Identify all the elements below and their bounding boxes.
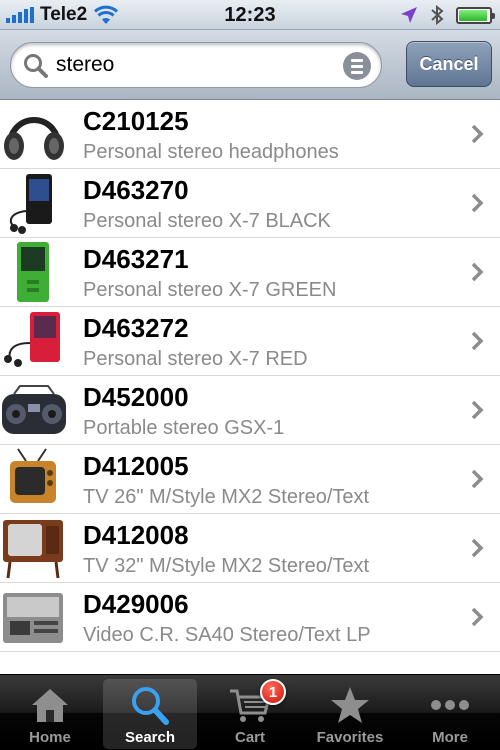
product-description: Personal stereo X-7 RED: [83, 348, 308, 370]
list-item[interactable]: D412008 TV 32" M/Style MX2 Stereo/Text: [0, 514, 500, 583]
retro-tv-icon: [10, 448, 56, 503]
product-code: D463271: [83, 244, 189, 274]
media-player-green-icon: [17, 242, 49, 302]
star-icon: [331, 687, 369, 723]
chevron-right-icon: [471, 262, 484, 282]
search-bar: Cancel: [0, 30, 500, 100]
tab-favorites[interactable]: Favorites: [303, 679, 397, 749]
search-input[interactable]: [56, 53, 336, 77]
product-description: TV 32" M/Style MX2 Stereo/Text: [83, 555, 370, 577]
product-code: D463272: [83, 313, 189, 343]
list-item[interactable]: D463270 Personal stereo X-7 BLACK: [0, 169, 500, 238]
home-icon: [32, 689, 68, 722]
product-code: D412005: [83, 451, 189, 481]
location-arrow-icon: [401, 7, 417, 23]
tab-cart[interactable]: 1 Cart: [203, 679, 297, 749]
chevron-right-icon: [471, 400, 484, 420]
list-item[interactable]: D463271 Personal stereo X-7 GREEN: [0, 238, 500, 307]
status-right: [400, 5, 495, 25]
tab-bar: Home Search 1 Cart Favorites More: [0, 674, 500, 750]
search-field[interactable]: [10, 42, 382, 88]
chevron-right-icon: [471, 331, 484, 351]
tab-label: Cart: [234, 729, 265, 746]
chevron-right-icon: [471, 124, 484, 144]
tab-more[interactable]: More: [403, 679, 497, 749]
product-description: Portable stereo GSX-1: [83, 417, 285, 439]
product-description: Video C.R. SA40 Stereo/Text LP: [83, 624, 371, 646]
product-code: D412008: [83, 520, 189, 550]
tab-label: Home: [29, 729, 71, 746]
product-description: Personal stereo X-7 BLACK: [83, 210, 331, 232]
list-item[interactable]: D429006 Video C.R. SA40 Stereo/Text LP: [0, 583, 500, 652]
product-code: C210125: [83, 106, 189, 136]
tab-home[interactable]: Home: [3, 679, 97, 749]
product-description: TV 26" M/Style MX2 Stereo/Text: [83, 486, 370, 508]
search-icon: [132, 687, 169, 725]
more-icon: [431, 700, 469, 710]
media-player-black-icon: [9, 174, 52, 234]
chevron-right-icon: [471, 469, 484, 489]
chevron-right-icon: [471, 607, 484, 627]
list-item[interactable]: D452000 Portable stereo GSX-1: [0, 376, 500, 445]
tab-label: Search: [124, 729, 176, 746]
list-item[interactable]: D412005 TV 26" M/Style MX2 Stereo/Text: [0, 445, 500, 514]
product-code: D452000: [83, 382, 189, 412]
wooden-tv-icon: [3, 520, 63, 579]
battery-level: [459, 9, 488, 21]
video-recorder-icon: [3, 593, 63, 643]
chevron-right-icon: [471, 193, 484, 213]
product-description: Personal stereo X-7 GREEN: [83, 279, 337, 301]
headphones-icon: [4, 117, 64, 160]
tab-label: Favorites: [316, 729, 384, 746]
list-item[interactable]: D463272 Personal stereo X-7 RED: [0, 307, 500, 376]
product-description: Personal stereo headphones: [83, 141, 339, 163]
battery-icon: [456, 6, 495, 24]
product-code: D429006: [83, 589, 189, 619]
cart-badge: 1: [260, 679, 286, 705]
tab-search[interactable]: Search: [103, 679, 197, 749]
product-code: D463270: [83, 175, 189, 205]
boombox-icon: [2, 385, 66, 434]
bluetooth-icon: [431, 5, 444, 25]
search-icon: [24, 54, 48, 78]
status-bar: Tele2 12:23: [0, 0, 500, 30]
list-options-button[interactable]: [343, 52, 371, 80]
media-player-red-icon: [4, 312, 60, 367]
list-item[interactable]: C210125 Personal stereo headphones: [0, 100, 500, 169]
tab-label: More: [432, 729, 468, 746]
results-list[interactable]: C210125 Personal stereo headphones D4632…: [0, 100, 500, 674]
chevron-right-icon: [471, 538, 484, 558]
cancel-button[interactable]: Cancel: [406, 41, 492, 87]
